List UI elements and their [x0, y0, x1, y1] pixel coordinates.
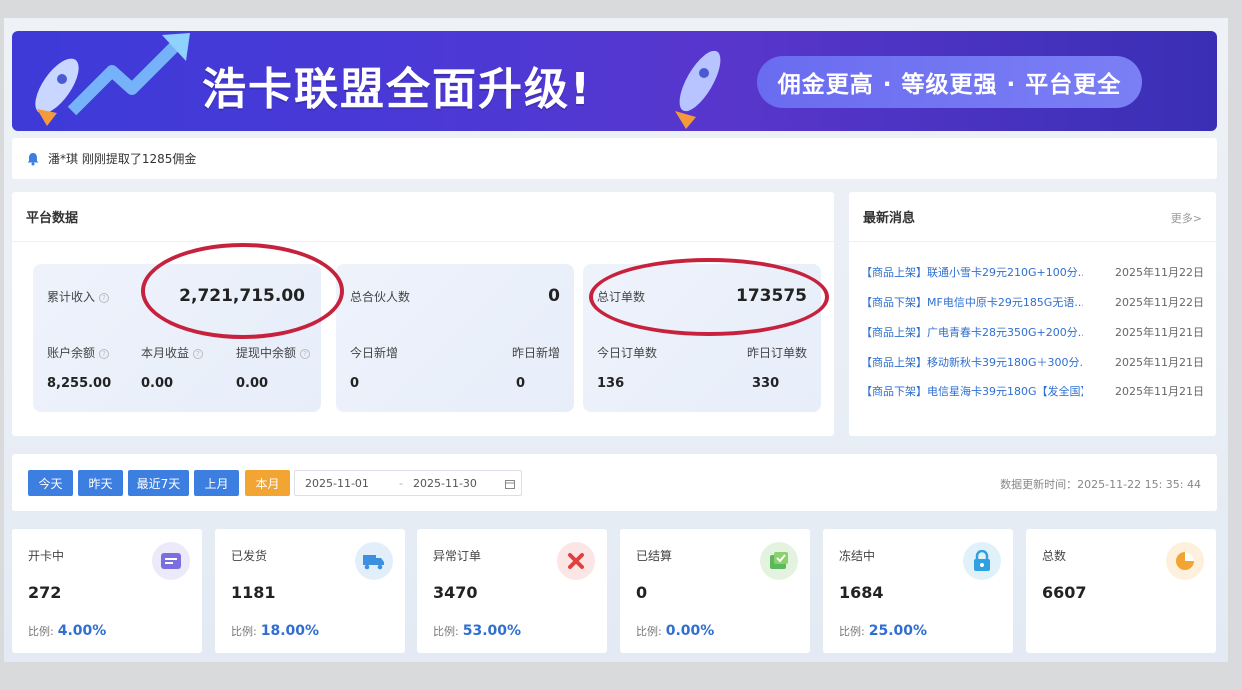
yesterday-orders-value: 330: [752, 376, 780, 391]
rocket-icon: [675, 50, 721, 129]
news-item[interactable]: 【商品上架】移动新秋卡39元180G＋300分... 2025年11月21日: [861, 354, 1204, 370]
banner-slogan: 佣金更高 · 等级更强 · 平台更全: [757, 56, 1142, 108]
stat-card-settled: 已结算 0 比例: 0.00%: [620, 529, 810, 653]
news-item[interactable]: 【商品上架】广电青春卡28元350G+200分... 2025年11月21日: [861, 324, 1204, 340]
news-item[interactable]: 【商品下架】MF电信中原卡29元185G无语... 2025年11月22日: [861, 294, 1204, 310]
partners-value: 0: [548, 286, 560, 306]
date-filter-bar: 今天 昨天 最近7天 上月 本月 2025-11-01 - 2025-11-30…: [12, 454, 1217, 511]
promo-banner[interactable]: 浩卡联盟全面升级! 佣金更高 · 等级更强 · 平台更全: [12, 31, 1217, 131]
calendar-icon[interactable]: [505, 479, 515, 489]
stat-value: 0: [636, 583, 648, 602]
stat-ratio: 比例: 4.00%: [28, 623, 107, 639]
help-icon: ?: [300, 348, 311, 359]
date-separator: -: [399, 477, 403, 490]
today-new-label: 今日新增: [350, 346, 399, 360]
stat-value: 3470: [433, 583, 478, 602]
help-icon: ?: [99, 348, 110, 359]
notice-bar: 潘*琪 刚刚提取了1285佣金: [12, 138, 1217, 179]
stat-label: 已结算: [636, 549, 673, 563]
start-date[interactable]: 2025-11-01: [305, 477, 369, 490]
orders-label: 总订单数: [597, 290, 646, 304]
date-range-picker[interactable]: 2025-11-01 - 2025-11-30: [294, 470, 522, 496]
rocket-arrow-icon: [35, 33, 190, 126]
partners-label: 总合伙人数: [350, 290, 411, 304]
news-item[interactable]: 【商品上架】联通小雪卡29元210G+100分... 2025年11月22日: [861, 264, 1204, 280]
stat-ratio: 比例: 53.00%: [433, 623, 522, 639]
month-income-value: 0.00: [141, 376, 174, 391]
help-icon: ?: [99, 292, 110, 303]
today-new-value: 0: [350, 376, 360, 391]
today-orders-value: 136: [597, 376, 625, 391]
today-orders-label: 今日订单数: [597, 346, 658, 360]
stat-label: 异常订单: [433, 549, 482, 563]
stat-card-opening: 开卡中 272 比例: 4.00%: [12, 529, 202, 653]
month-income-label: 本月收益?: [141, 344, 204, 361]
news-title: 最新消息: [849, 192, 1216, 242]
news-item[interactable]: 【商品下架】电信星海卡39元180G【发全国】 2025年11月21日: [861, 383, 1204, 399]
stat-value: 6607: [1042, 583, 1087, 602]
notice-text: 潘*琪 刚刚提取了1285佣金: [48, 152, 197, 166]
stat-ratio: 比例: 25.00%: [839, 623, 928, 639]
stat-label: 总数: [1042, 549, 1067, 563]
banner-title: 浩卡联盟全面升级!: [202, 64, 593, 115]
stat-label: 开卡中: [28, 549, 65, 563]
balance-label: 账户余额?: [47, 344, 110, 361]
lock-icon: [963, 542, 1001, 580]
yesterday-new-label: 昨日新增: [511, 346, 560, 360]
settled-icon: [760, 542, 798, 580]
close-icon: [557, 542, 595, 580]
platform-data-card: 平台数据 累计收入? 2,721,715.00 账户余额? 8,255.00 本…: [12, 192, 834, 436]
bell-icon: [27, 152, 39, 165]
withdrawing-value: 0.00: [236, 376, 269, 391]
today-button[interactable]: 今天: [28, 470, 73, 496]
income-value: 2,721,715.00: [179, 286, 305, 306]
end-date[interactable]: 2025-11-30: [413, 477, 477, 490]
stat-value: 1684: [839, 583, 884, 602]
stat-card-frozen: 冻结中 1684 比例: 25.00%: [823, 529, 1013, 653]
platform-title: 平台数据: [12, 192, 834, 242]
orders-value: 173575: [736, 286, 807, 306]
yesterday-new-value: 0: [516, 376, 526, 391]
news-card: 最新消息 更多> 【商品上架】联通小雪卡29元210G+100分... 2025年…: [849, 192, 1216, 436]
card-icon: [152, 542, 190, 580]
income-label: 累计收入?: [47, 288, 110, 305]
stat-card-shipped: 已发货 1181 比例: 18.00%: [215, 529, 405, 653]
income-box: 累计收入? 2,721,715.00 账户余额? 8,255.00 本月收益? …: [33, 264, 321, 412]
stat-value: 272: [28, 583, 62, 602]
stat-label: 已发货: [231, 549, 268, 563]
yesterday-orders-label: 昨日订单数: [746, 346, 807, 360]
stat-card-abnormal: 异常订单 3470 比例: 53.00%: [417, 529, 607, 653]
orders-box: 总订单数 173575 今日订单数 136 昨日订单数 330: [583, 264, 821, 412]
stat-card-total: 总数 6607: [1026, 529, 1216, 653]
update-time: 数据更新时间：2025-11-22 15: 35: 44: [1000, 478, 1201, 491]
help-icon: ?: [193, 348, 204, 359]
balance-value: 8,255.00: [47, 376, 112, 391]
stat-ratio: 比例: 18.00%: [231, 623, 320, 639]
yesterday-button[interactable]: 昨天: [78, 470, 123, 496]
truck-icon: [355, 542, 393, 580]
this-month-button[interactable]: 本月: [245, 470, 290, 496]
last-7-days-button[interactable]: 最近7天: [128, 470, 189, 496]
last-month-button[interactable]: 上月: [194, 470, 239, 496]
stat-value: 1181: [231, 583, 276, 602]
partners-box: 总合伙人数 0 今日新增 0 昨日新增 0: [336, 264, 574, 412]
more-link[interactable]: 更多>: [1171, 210, 1202, 226]
stat-label: 冻结中: [839, 549, 876, 563]
stat-ratio: 比例: 0.00%: [636, 623, 715, 639]
pie-icon: [1166, 542, 1204, 580]
withdrawing-label: 提现中余额?: [236, 344, 311, 361]
